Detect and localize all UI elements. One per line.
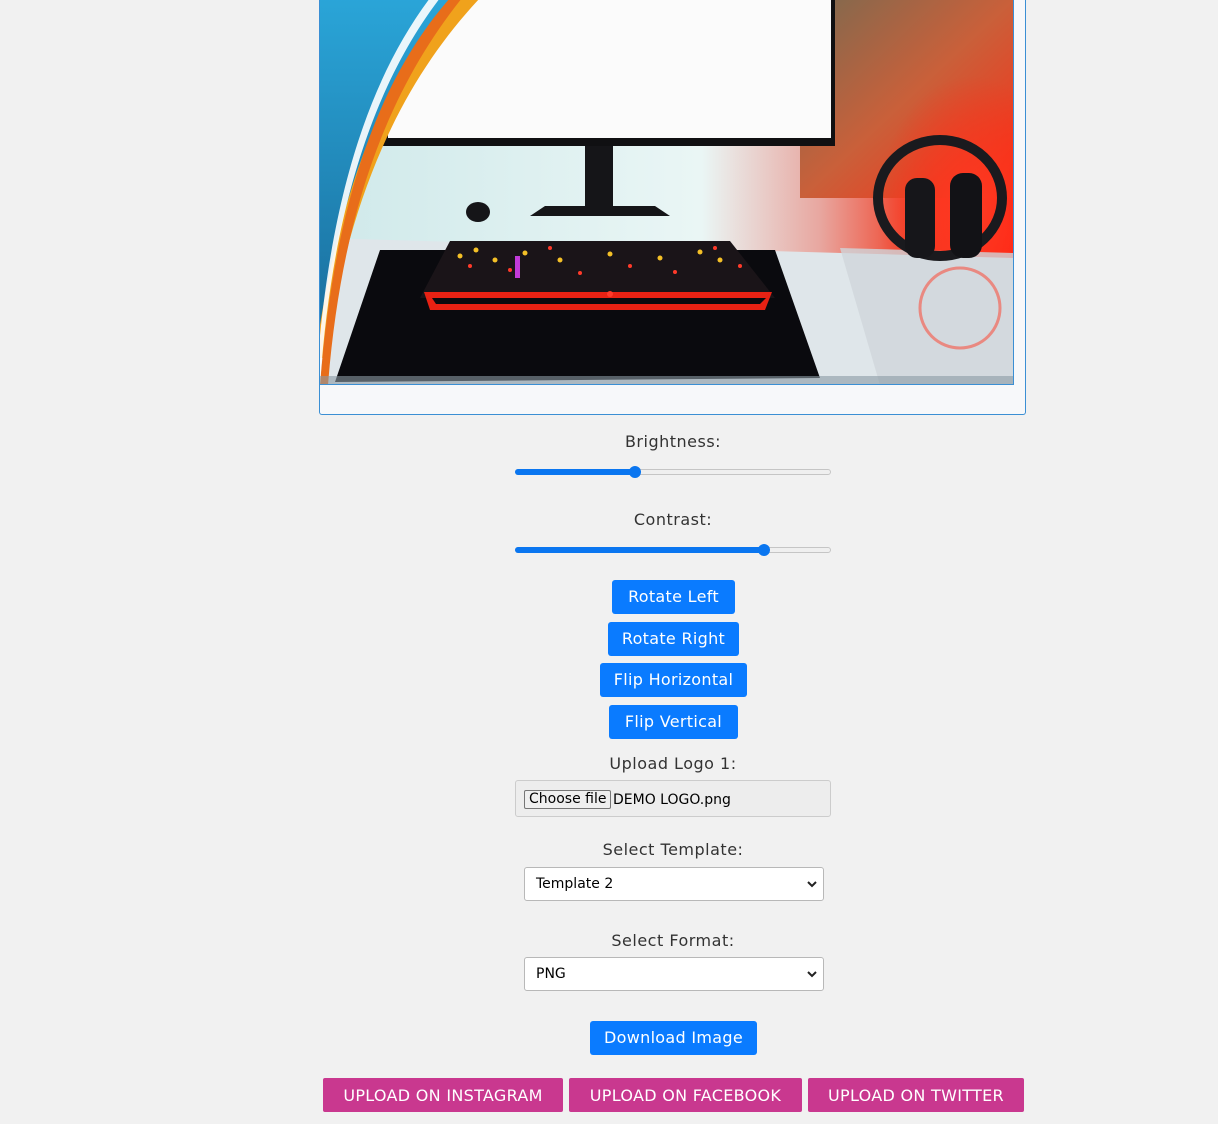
contrast-slider-thumb[interactable] — [758, 544, 771, 556]
rotate-right-button[interactable]: Rotate Right — [608, 622, 739, 656]
upload-twitter-button[interactable]: UPLOAD ON TWITTER — [808, 1078, 1024, 1112]
image-preview — [320, 0, 1014, 385]
preview-image — [320, 0, 1013, 384]
upload-logo-label: Upload Logo 1: — [609, 754, 737, 773]
editor-page: Brightness: Contrast: Rotate Left Rotate… — [0, 0, 1218, 1124]
format-select[interactable]: PNG — [524, 957, 824, 991]
logo-file-input[interactable]: Choose file DEMO LOGO.png — [515, 780, 831, 817]
flip-vertical-button[interactable]: Flip Vertical — [609, 705, 738, 739]
chevron-down-icon — [807, 881, 817, 888]
select-format-label: Select Format: — [611, 931, 735, 950]
template-select[interactable]: Template 2 — [524, 867, 824, 901]
contrast-slider[interactable] — [515, 544, 831, 556]
contrast-slider-fill — [515, 547, 764, 553]
preview-panel — [319, 0, 1026, 415]
logo-file-name: DEMO LOGO.png — [613, 792, 731, 808]
brightness-label: Brightness: — [624, 432, 722, 451]
upload-facebook-button[interactable]: UPLOAD ON FACEBOOK — [569, 1078, 802, 1112]
rotate-left-button[interactable]: Rotate Left — [612, 580, 735, 614]
format-select-value: PNG — [536, 966, 566, 982]
brightness-slider-thumb[interactable] — [629, 466, 642, 478]
choose-file-button[interactable]: Choose file — [524, 790, 612, 809]
upload-instagram-button[interactable]: UPLOAD ON INSTAGRAM — [323, 1078, 563, 1112]
template-select-value: Template 2 — [536, 876, 614, 892]
select-template-label: Select Template: — [602, 840, 744, 859]
flip-horizontal-button[interactable]: Flip Horizontal — [600, 663, 747, 697]
brightness-slider-fill — [515, 469, 635, 475]
contrast-label: Contrast: — [633, 510, 713, 529]
chevron-down-icon — [807, 971, 817, 978]
brightness-slider[interactable] — [515, 466, 831, 478]
download-image-button[interactable]: Download Image — [590, 1021, 757, 1055]
